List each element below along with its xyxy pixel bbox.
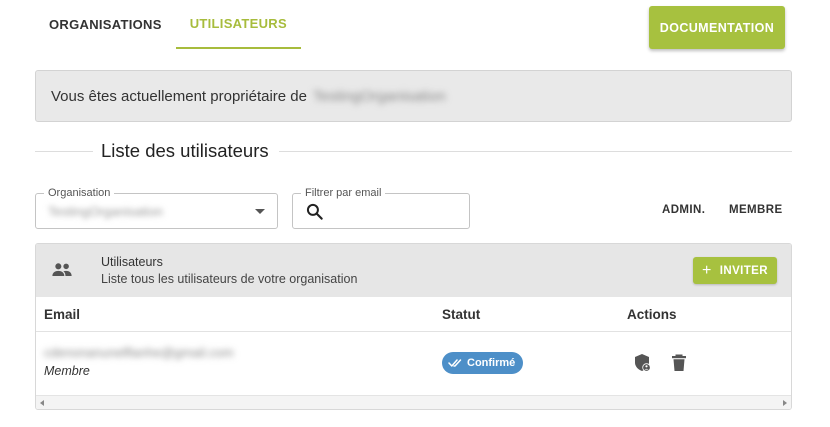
owner-organisation-name: TestingOrganisation <box>313 87 446 105</box>
people-icon <box>52 263 72 276</box>
column-header-actions: Actions <box>627 307 677 322</box>
users-card: Utilisateurs Liste tous les utilisateurs… <box>35 243 792 410</box>
table-header-divider <box>36 331 791 332</box>
users-card-header: Utilisateurs Liste tous les utilisateurs… <box>36 244 791 297</box>
double-check-icon <box>448 359 462 367</box>
email-filter-input[interactable] <box>331 201 461 223</box>
email-filter-field[interactable]: Filtrer par email <box>292 186 470 229</box>
search-icon <box>306 203 323 220</box>
chevron-down-icon <box>255 209 265 214</box>
plus-icon: + <box>702 261 712 279</box>
owner-banner: Vous êtes actuellement propriétaire de T… <box>35 70 792 122</box>
section-divider-left <box>35 151 93 152</box>
documentation-button[interactable]: DOCUMENTATION <box>649 6 785 49</box>
shield-user-icon[interactable] <box>634 353 652 373</box>
status-badge-label: Confirmé <box>467 357 516 369</box>
email-filter-label: Filtrer par email <box>301 186 386 200</box>
trash-icon[interactable] <box>670 353 688 373</box>
invite-button[interactable]: + INVITER <box>693 257 777 284</box>
organisation-select[interactable]: Organisation TestingOrganisation <box>35 186 278 229</box>
scroll-right-icon[interactable] <box>783 400 787 406</box>
row-role: Membre <box>44 364 90 378</box>
section-divider-right <box>279 151 792 152</box>
status-badge: Confirmé <box>442 352 524 374</box>
owner-banner-text: Vous êtes actuellement propriétaire de <box>51 87 307 105</box>
organisation-select-label: Organisation <box>44 186 115 200</box>
users-card-subtitle: Liste tous les utilisateurs de votre org… <box>101 272 358 286</box>
column-header-status: Statut <box>442 307 481 322</box>
member-role-button[interactable]: MEMBRE <box>729 198 783 222</box>
tab-organisations[interactable]: ORGANISATIONS <box>35 0 176 48</box>
organisation-select-value: TestingOrganisation <box>48 204 163 219</box>
column-header-email: Email <box>44 307 81 322</box>
tab-utilisateurs[interactable]: UTILISATEURS <box>175 0 301 49</box>
invite-button-label: INVITER <box>719 264 768 277</box>
horizontal-scrollbar[interactable] <box>36 395 791 409</box>
admin-role-button[interactable]: ADMIN. <box>662 198 705 222</box>
top-tabs: ORGANISATIONS UTILISATEURS <box>35 0 301 50</box>
row-email: cdenonanunelflanhe@gmail.com <box>44 345 234 360</box>
scroll-left-icon[interactable] <box>40 400 44 406</box>
users-card-title: Utilisateurs <box>101 255 163 269</box>
section-title: Liste des utilisateurs <box>101 140 269 162</box>
